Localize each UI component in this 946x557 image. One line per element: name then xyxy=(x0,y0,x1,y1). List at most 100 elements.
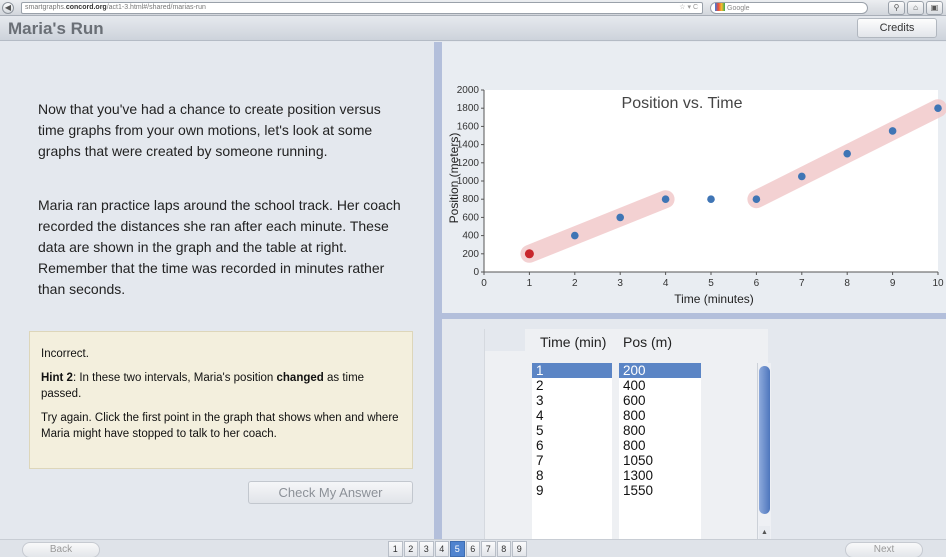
time-cell[interactable]: 1 xyxy=(532,363,612,378)
next-button[interactable]: Next xyxy=(845,542,923,557)
page-button[interactable]: 9 xyxy=(512,541,527,557)
data-table: Time (min) Pos (m) 123456789 200 400 600 80… xyxy=(484,329,771,546)
hint-text: Hint 2: In these two intervals, Maria's … xyxy=(41,370,401,402)
page-button[interactable]: 5 xyxy=(450,541,465,557)
position-column-header: Pos (m) xyxy=(623,334,672,350)
back-nav-icon[interactable]: ◀ xyxy=(2,2,14,14)
y-tick-label: 200 xyxy=(462,249,479,260)
url-field[interactable]: smartgraphs.concord.org/act1-3.html#/sha… xyxy=(21,2,703,14)
y-tick-label: 0 xyxy=(473,267,479,278)
url-domain: concord.org xyxy=(65,4,107,11)
time-cell[interactable]: 7 xyxy=(532,453,612,468)
credits-button[interactable]: Credits xyxy=(857,18,937,38)
x-tick-label: 6 xyxy=(754,278,760,289)
hint-label: Hint 2 xyxy=(41,372,73,384)
page-selector: 123456789 xyxy=(388,541,528,557)
url-prefix: smartgraphs. xyxy=(25,4,66,11)
back-button[interactable]: Back xyxy=(22,542,100,557)
page-title: Maria's Run xyxy=(8,19,104,38)
check-answer-button[interactable]: Check My Answer xyxy=(248,481,413,504)
x-tick-label: 5 xyxy=(708,278,714,289)
browser-toolbar: ◀ smartgraphs.concord.org/act1-3.html#/s… xyxy=(0,0,946,16)
hint-bold: changed xyxy=(276,372,324,384)
position-cell[interactable]: 200 xyxy=(619,363,701,378)
position-column: 200 400 600 800 800 800 1050 1300 1550 xyxy=(619,363,701,543)
data-point[interactable] xyxy=(798,172,806,181)
intro-paragraph-2: Maria ran practice laps around the schoo… xyxy=(38,197,401,297)
page-button[interactable]: 8 xyxy=(496,541,511,557)
bottom-nav: Back 123456789 Next xyxy=(0,539,946,557)
position-cell[interactable]: 1300 xyxy=(619,468,701,483)
data-point[interactable] xyxy=(843,149,851,158)
x-tick-label: 0 xyxy=(481,278,487,289)
position-cell[interactable]: 800 xyxy=(619,423,701,438)
page-button[interactable]: 3 xyxy=(419,541,434,557)
retry-text: Try again. Click the first point in the … xyxy=(41,412,399,440)
x-tick-label: 1 xyxy=(527,278,533,289)
home-icon[interactable]: ⌂ xyxy=(907,1,924,15)
search-magnifier-icon[interactable]: ⚲ xyxy=(888,1,905,15)
data-point[interactable] xyxy=(571,231,579,240)
scroll-up-arrow-icon[interactable]: ▲ xyxy=(759,526,770,540)
x-tick-label: 10 xyxy=(932,278,944,289)
position-cell[interactable]: 800 xyxy=(619,438,701,453)
time-cell[interactable]: 3 xyxy=(532,393,612,408)
page-button[interactable]: 1 xyxy=(388,541,403,557)
y-tick-label: 1600 xyxy=(457,121,480,132)
data-point[interactable] xyxy=(616,213,624,222)
y-tick-label: 2000 xyxy=(457,85,480,96)
page-button[interactable]: 7 xyxy=(481,541,496,557)
data-point[interactable] xyxy=(934,104,942,112)
search-placeholder: Google xyxy=(727,5,750,12)
x-tick-label: 3 xyxy=(617,278,623,289)
google-icon xyxy=(715,3,725,11)
x-tick-label: 8 xyxy=(844,278,850,289)
page-button[interactable]: 4 xyxy=(434,541,449,557)
time-column-header: Time (min) xyxy=(540,334,607,350)
y-tick-label: 600 xyxy=(462,212,479,223)
chart-title: Position vs. Time xyxy=(622,95,743,112)
y-tick-label: 400 xyxy=(462,231,479,242)
data-point[interactable] xyxy=(752,195,761,203)
y-tick-label: 1800 xyxy=(457,103,480,114)
intro-paragraph-1: Now that you've had a chance to create p… xyxy=(38,101,381,159)
time-cell[interactable]: 2 xyxy=(532,378,612,393)
x-axis-label: Time (minutes) xyxy=(674,292,754,306)
url-bar-icons[interactable]: ☆ ▾ C xyxy=(679,3,698,13)
x-tick-label: 7 xyxy=(799,278,805,289)
graph-panel: 0 200 400 600 800 1000 1200 1400 1600 1800 2000 0 1 2… xyxy=(442,42,946,316)
url-path: /act1-3.html#/shared/marias-run xyxy=(106,4,206,11)
x-tick-label: 4 xyxy=(663,278,669,289)
time-cell[interactable]: 9 xyxy=(532,483,612,498)
time-cell[interactable]: 5 xyxy=(532,423,612,438)
data-point[interactable] xyxy=(888,127,897,135)
bookmark-icon[interactable]: ▣ xyxy=(926,1,943,15)
data-point[interactable] xyxy=(707,195,715,203)
time-cell[interactable]: 4 xyxy=(532,408,612,423)
data-point[interactable] xyxy=(661,195,670,203)
x-tick-label: 2 xyxy=(572,278,578,289)
position-time-graph[interactable]: 02004006008001000120014001600180020000 1 2… xyxy=(442,42,946,313)
time-cell[interactable]: 8 xyxy=(532,468,612,483)
position-cell[interactable]: 600 xyxy=(619,393,701,408)
instructions-panel: Now that you've had a chance to create p… xyxy=(0,42,434,539)
x-tick-label: 9 xyxy=(890,278,896,289)
page-button[interactable]: 6 xyxy=(465,541,480,557)
search-input[interactable]: Google xyxy=(710,2,868,14)
table-scrollbar[interactable]: ▲ xyxy=(757,363,771,546)
time-column: 123456789 xyxy=(532,363,612,543)
hint-box: Incorrect. Hint 2: In these two interval… xyxy=(29,331,413,469)
table-panel: Time (min) Pos (m) 123456789 200 400 600 80… xyxy=(442,319,946,546)
scroll-thumb[interactable] xyxy=(759,366,770,514)
selected-data-point[interactable] xyxy=(524,249,534,259)
app-header: Maria's Run Credits xyxy=(0,16,946,41)
time-cell[interactable]: 6 xyxy=(532,438,612,453)
position-cell[interactable]: 1550 xyxy=(619,483,701,498)
panel-divider[interactable] xyxy=(434,42,442,539)
page-button[interactable]: 2 xyxy=(403,541,418,557)
position-cell[interactable]: 800 xyxy=(619,408,701,423)
table-tab-spacer xyxy=(485,329,525,351)
y-tick-label: 800 xyxy=(462,194,479,205)
position-cell[interactable]: 1050 xyxy=(619,453,701,468)
position-cell[interactable]: 400 xyxy=(619,378,701,393)
